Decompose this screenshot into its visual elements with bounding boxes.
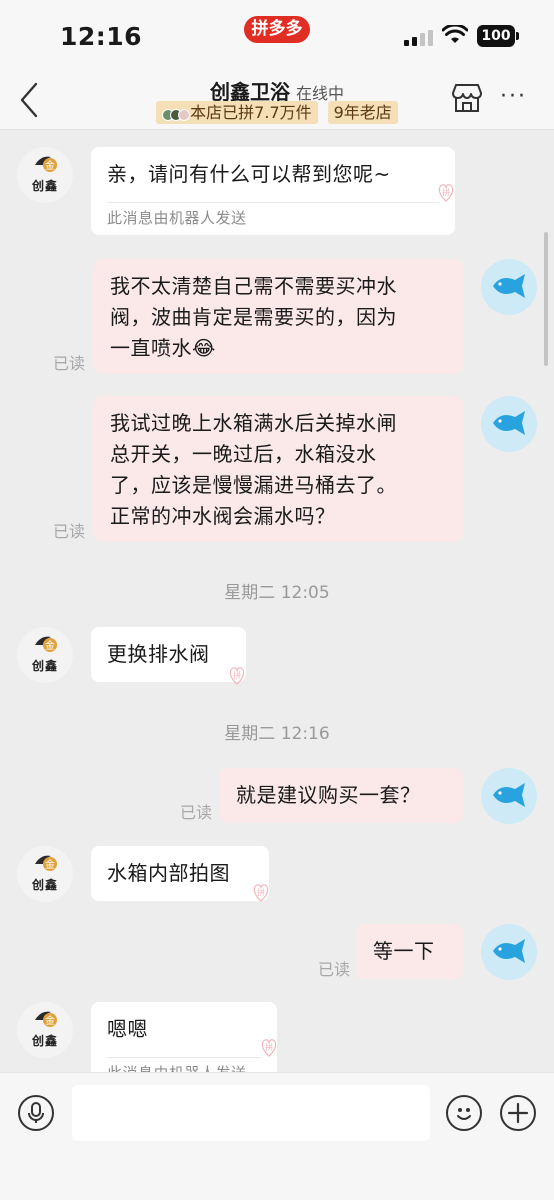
sales-tag-label: 本店已拼7.7万件	[190, 103, 312, 122]
svg-text:金: 金	[45, 639, 55, 652]
voice-input-button[interactable]	[18, 1095, 54, 1131]
merchant-avatar[interactable]: 金 创鑫	[17, 1002, 73, 1058]
pin-mark-icon: 拼	[229, 667, 245, 685]
signal-icon	[404, 30, 433, 46]
pin-mark-icon: 拼	[261, 1039, 277, 1057]
read-receipt: 已读	[180, 803, 213, 822]
microphone-icon	[28, 1102, 44, 1123]
store-icon[interactable]	[450, 82, 484, 114]
fish-icon	[493, 939, 525, 963]
fish-icon	[493, 783, 525, 807]
wifi-icon	[442, 25, 468, 43]
store-age-tag: 9年老店	[327, 101, 398, 124]
svg-text:拼: 拼	[265, 1042, 273, 1052]
plus-icon	[507, 1102, 529, 1124]
svg-text:拼: 拼	[257, 887, 265, 897]
input-bar	[0, 1072, 554, 1200]
merchant-logo-text: 创鑫	[31, 1034, 58, 1048]
pin-mark-icon: 拼	[253, 884, 269, 902]
merchant-avatar[interactable]: 金 创鑫	[17, 846, 73, 902]
user-avatar[interactable]	[481, 259, 537, 315]
chat-header: 创鑫卫浴 在线中 本店已拼7.7万件 9年老店 ···	[0, 70, 554, 130]
merchant-logo-icon: 金	[35, 1011, 57, 1027]
message-text: 水箱内部拍图	[107, 861, 230, 885]
user-message-bubble[interactable]: 我试过晚上水箱满水后关掉水闸 总开关，一晚过后，水箱没水 了，应该是慢慢漏进马桶…	[94, 396, 463, 542]
smiley-icon	[457, 1108, 471, 1120]
more-options-icon[interactable]: ···	[500, 86, 532, 108]
fish-icon	[493, 274, 525, 298]
app-badge[interactable]: 拼多多	[244, 16, 310, 43]
merchant-logo-text: 创鑫	[31, 878, 58, 892]
pin-mark-icon: 拼	[438, 184, 454, 202]
message-text: 更换排水阀	[107, 642, 210, 666]
battery-icon: 100	[477, 25, 519, 47]
battery-level: 100	[477, 25, 515, 47]
message-text: 我不太清楚自己需不需要买冲水 阀，波曲肯定是需要买的，因为 一直喷水😂	[110, 274, 397, 360]
fish-icon	[493, 411, 525, 435]
read-receipt: 已读	[53, 522, 86, 541]
svg-text:拼: 拼	[233, 670, 241, 680]
message-text: 嗯嗯	[107, 1017, 148, 1041]
time-divider: 星期二 12:05	[224, 583, 330, 603]
user-message-bubble[interactable]: 我不太清楚自己需不需要买冲水 阀，波曲肯定是需要买的，因为 一直喷水😂	[94, 259, 463, 374]
merchant-logo-text: 创鑫	[31, 659, 58, 673]
user-avatar[interactable]	[481, 768, 537, 824]
svg-text:拼: 拼	[442, 187, 450, 197]
emoji-button[interactable]	[446, 1095, 482, 1131]
message-input[interactable]	[72, 1085, 430, 1141]
time-divider: 星期二 12:16	[224, 724, 330, 744]
status-bar: 12:16 拼多多 100	[0, 0, 554, 70]
message-text: 亲，请问有什么可以帮到您呢~	[107, 162, 391, 186]
scrollbar[interactable]	[544, 232, 548, 366]
svg-text:金: 金	[45, 1014, 55, 1027]
user-avatar[interactable]	[481, 924, 537, 980]
status-time: 12:16	[60, 22, 143, 51]
merchant-logo-icon: 金	[35, 636, 57, 652]
merchant-message-bubble[interactable]: 水箱内部拍图	[91, 846, 269, 901]
message-text: 等一下	[373, 939, 435, 963]
buyer-avatars-icon	[162, 102, 191, 125]
merchant-logo-text: 创鑫	[31, 179, 58, 193]
message-text: 我试过晚上水箱满水后关掉水闸 总开关，一晚过后，水箱没水 了，应该是慢慢漏进马桶…	[110, 411, 397, 528]
robot-note: 此消息由机器人发送	[107, 202, 439, 235]
merchant-logo-icon: 金	[35, 156, 57, 172]
svg-text:金: 金	[45, 858, 55, 871]
user-message-bubble[interactable]: 等一下	[357, 924, 463, 979]
user-message-bubble[interactable]: 就是建议购买一套？	[220, 768, 463, 823]
svg-text:金: 金	[45, 159, 55, 172]
user-avatar[interactable]	[481, 396, 537, 452]
merchant-avatar[interactable]: 金 创鑫	[17, 627, 73, 683]
more-actions-button[interactable]	[500, 1095, 536, 1131]
merchant-logo-icon: 金	[35, 855, 57, 871]
merchant-message-bubble[interactable]: 亲，请问有什么可以帮到您呢~ 此消息由机器人发送	[91, 147, 455, 235]
merchant-avatar[interactable]: 金 创鑫	[17, 147, 73, 203]
merchant-message-bubble[interactable]: 更换排水阀	[91, 627, 246, 682]
sales-tag: 本店已拼7.7万件	[156, 101, 318, 125]
read-receipt: 已读	[318, 960, 351, 979]
read-receipt: 已读	[53, 354, 86, 373]
message-text: 就是建议购买一套？	[236, 783, 421, 807]
